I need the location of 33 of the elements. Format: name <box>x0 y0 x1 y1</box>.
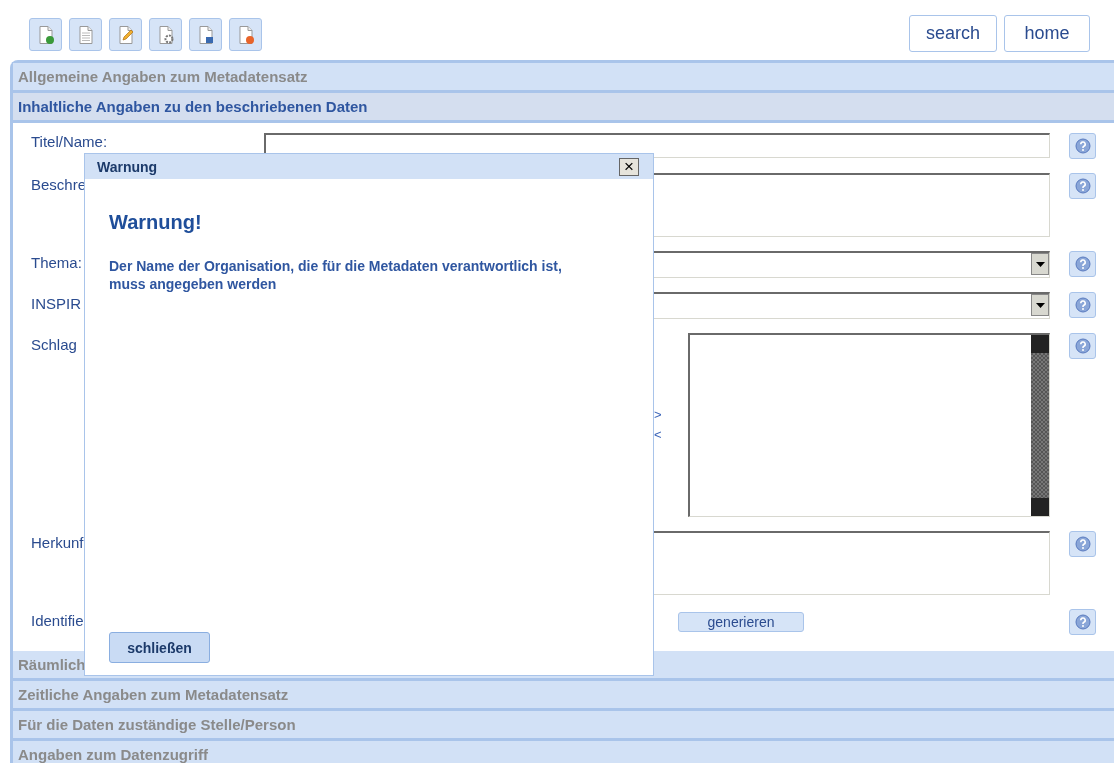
home-button[interactable]: home <box>1004 15 1090 52</box>
scrollbar[interactable] <box>1031 335 1049 516</box>
close-button[interactable]: × <box>619 157 639 176</box>
field-label: Herkunf <box>31 533 84 551</box>
dialog-title: Warnung <box>97 158 158 175</box>
edit-icon[interactable] <box>109 18 142 51</box>
new-document-icon[interactable] <box>29 18 62 51</box>
search-button[interactable]: search <box>908 15 997 52</box>
field-label: Beschre <box>31 175 87 193</box>
remove-link[interactable]: < <box>654 425 662 445</box>
help-icon[interactable] <box>1069 531 1096 557</box>
section-header[interactable]: Inhaltliche Angaben zu den beschriebenen Daten <box>13 93 1114 123</box>
close-dialog-button[interactable]: schließen <box>109 632 210 663</box>
warning-message: Der Name der Organisation, die für die Metadaten verantwortlich ist, muss angegeben werden <box>109 257 563 293</box>
help-icon[interactable] <box>1069 173 1096 199</box>
help-icon[interactable] <box>1069 251 1096 277</box>
settings-icon[interactable] <box>149 18 182 51</box>
warning-heading: Warnung! <box>109 211 203 234</box>
help-icon[interactable] <box>1069 609 1096 635</box>
help-icon[interactable] <box>1069 333 1096 359</box>
field-label: Identifie <box>31 611 84 629</box>
help-icon[interactable] <box>1069 133 1096 159</box>
field-label: Schlag <box>31 335 77 353</box>
add-link[interactable]: > <box>654 405 662 425</box>
help-icon[interactable] <box>1069 292 1096 318</box>
generate-button[interactable]: generieren <box>678 611 804 632</box>
field-label: Titel/Name: <box>31 133 108 150</box>
save-icon[interactable] <box>189 18 222 51</box>
delete-document-icon[interactable] <box>229 18 262 51</box>
field-label: INSPIR <box>31 294 81 312</box>
selected-keyword-list[interactable] <box>688 333 1050 517</box>
document-icon[interactable] <box>69 18 102 51</box>
field-label: Thema: <box>31 253 82 271</box>
